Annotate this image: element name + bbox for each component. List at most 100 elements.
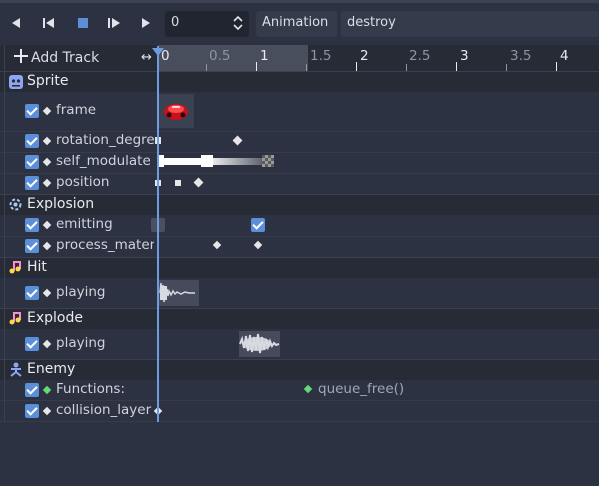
ruler-dim-region xyxy=(158,45,308,71)
track-enable-checkbox[interactable] xyxy=(25,155,39,169)
play-icon xyxy=(142,18,150,28)
audio-waveform-icon xyxy=(239,333,280,354)
stop-button[interactable] xyxy=(74,14,92,32)
track-group-explosion[interactable]: Explosion xyxy=(0,194,599,215)
top-toolbar: 0 Animation destroy xyxy=(0,0,599,44)
track-label-playing[interactable]: playing xyxy=(56,284,154,300)
track-enable-checkbox[interactable] xyxy=(25,176,39,190)
discrete-track-icon xyxy=(42,106,52,116)
discrete-track-icon xyxy=(42,339,52,349)
continuous-track-icon xyxy=(42,178,52,188)
track-enable-checkbox[interactable] xyxy=(25,104,39,118)
track-group-enemy[interactable]: Enemy xyxy=(0,359,599,380)
track-separator xyxy=(0,400,599,401)
color-gradient-bar xyxy=(159,158,269,165)
play-backwards-from-end-icon xyxy=(43,18,54,28)
play-backwards-from-end-button[interactable] xyxy=(40,14,58,32)
keyframe[interactable] xyxy=(201,155,213,167)
spin-arrows-icon[interactable] xyxy=(233,14,243,36)
track-enable-checkbox[interactable] xyxy=(25,286,39,300)
top-border xyxy=(0,0,599,3)
playhead-line[interactable] xyxy=(157,46,159,422)
play-from-start-icon xyxy=(108,18,120,28)
track-label-position[interactable]: position xyxy=(56,174,154,190)
continuous-track-icon xyxy=(42,157,52,167)
audio-clip[interactable] xyxy=(239,331,280,357)
play-from-start-button[interactable] xyxy=(105,14,123,32)
ruler-minor-marks xyxy=(456,62,457,71)
keyframe[interactable] xyxy=(193,177,204,188)
ruler-tick: 2.5 xyxy=(409,48,431,64)
audio-waveform-icon xyxy=(159,282,195,303)
track-enable-checkbox[interactable] xyxy=(25,218,39,232)
track-label-emitting[interactable]: emitting xyxy=(56,216,154,232)
track-enable-checkbox[interactable] xyxy=(25,383,39,397)
keyframe[interactable] xyxy=(175,180,181,186)
keyframe[interactable] xyxy=(253,240,263,250)
audio-icon xyxy=(9,311,23,330)
transparent-keyframe[interactable] xyxy=(262,155,274,167)
group-label: Sprite xyxy=(27,73,69,89)
track-enable-checkbox[interactable] xyxy=(25,404,39,418)
discrete-track-icon xyxy=(42,288,52,298)
plus-icon xyxy=(14,49,28,67)
animation-menu-button[interactable]: Animation xyxy=(256,11,337,37)
animation-select-value: destroy xyxy=(347,15,396,30)
play-backwards-button[interactable] xyxy=(7,14,25,32)
track-label-rotation[interactable]: rotation_degrees xyxy=(56,132,154,148)
track-label-playing[interactable]: playing xyxy=(56,335,154,351)
stop-icon xyxy=(78,18,88,28)
track-group-hit[interactable]: Hit xyxy=(0,257,599,278)
track-group-sprite[interactable]: Sprite xyxy=(0,71,599,92)
playhead-handle-icon[interactable] xyxy=(152,45,164,60)
keyframe[interactable] xyxy=(212,240,222,250)
enemy-sprite-thumbnail-icon xyxy=(164,104,188,120)
ruler-minor-marks xyxy=(506,64,507,71)
play-button[interactable] xyxy=(137,14,155,32)
particles-icon xyxy=(8,197,23,216)
group-label: Explode xyxy=(27,310,83,326)
audio-icon xyxy=(9,260,23,279)
frame-position-field[interactable]: 0 xyxy=(165,11,249,37)
discrete-track-icon xyxy=(42,241,52,251)
track-enable-checkbox[interactable] xyxy=(25,239,39,253)
keyframe[interactable] xyxy=(232,135,243,146)
sprite-icon xyxy=(9,75,23,93)
ruler-tick: 1.5 xyxy=(310,48,332,64)
ruler-tick: 4 xyxy=(560,48,569,64)
track-label-collision-layer[interactable]: collision_layer xyxy=(56,402,154,418)
node-icon xyxy=(9,362,23,381)
animation-select[interactable]: destroy xyxy=(341,11,599,37)
method-keyframe-label: queue_free() xyxy=(318,381,405,397)
ruler-minor-marks xyxy=(206,64,207,71)
frame-keyframe-thumbnail[interactable] xyxy=(159,94,194,128)
track-label-frame[interactable]: frame xyxy=(56,102,154,118)
ruler-minor-marks xyxy=(256,62,257,71)
group-label: Hit xyxy=(27,259,47,275)
track-label-functions[interactable]: Functions: xyxy=(56,381,154,397)
continuous-track-icon xyxy=(42,136,52,146)
play-backwards-icon xyxy=(12,18,20,28)
track-separator xyxy=(0,421,599,422)
frame-position-value: 0 xyxy=(171,15,180,30)
track-group-explode[interactable]: Explode xyxy=(0,308,599,329)
discrete-track-icon xyxy=(42,220,52,230)
checked-keyframe[interactable] xyxy=(251,218,265,232)
discrete-track-icon xyxy=(42,406,52,416)
group-label: Explosion xyxy=(27,196,95,212)
track-name-resize-icon[interactable]: ↔ xyxy=(141,50,152,65)
method-keyframe[interactable] xyxy=(303,384,313,394)
ruler-tick: 2 xyxy=(360,48,369,64)
track-enable-checkbox[interactable] xyxy=(25,134,39,148)
ruler-tick: 0.5 xyxy=(209,48,231,64)
ruler-minor-marks xyxy=(406,64,407,71)
method-track-icon xyxy=(42,385,52,395)
track-label-self-modulate[interactable]: self_modulate xyxy=(56,153,154,169)
track-enable-checkbox[interactable] xyxy=(25,337,39,351)
ruler-tick: 3 xyxy=(460,48,469,64)
ruler-minor-marks xyxy=(356,62,357,71)
track-label-process-material[interactable]: process_material xyxy=(56,237,154,253)
ruler-minor-marks xyxy=(306,64,307,71)
audio-clip[interactable] xyxy=(159,280,199,306)
add-track-button[interactable]: Add Track xyxy=(14,49,99,67)
